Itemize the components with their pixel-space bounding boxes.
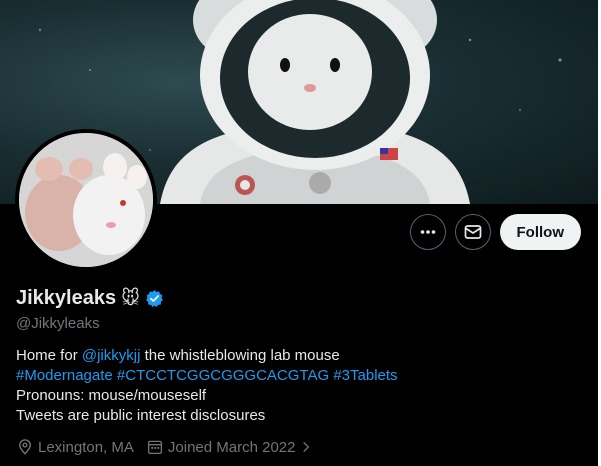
hashtag-link[interactable]: #Modernagate xyxy=(16,367,113,384)
envelope-icon xyxy=(464,225,481,239)
profile-bio: Home for @jikkykjj the whistleblowing la… xyxy=(16,346,586,426)
bio-line-3: Pronouns: mouse/mouseself xyxy=(16,387,207,404)
verified-badge-icon[interactable] xyxy=(145,289,164,308)
location-item: Lexington, MA xyxy=(16,438,134,456)
follow-button[interactable]: Follow xyxy=(499,214,581,250)
bio-hashtags: #Modernagate #CTCCTCGGCGGGCACGTAG #3Tabl… xyxy=(16,366,586,386)
more-button[interactable] xyxy=(409,214,446,250)
profile-meta: Lexington, MA Joined March 2022 xyxy=(16,438,325,456)
chevron-right-icon xyxy=(303,441,310,453)
name-row: Jikkyleaks 🐭 xyxy=(16,287,164,310)
joined-item[interactable]: Joined March 2022 xyxy=(146,438,314,456)
hashtag-link[interactable]: #3Tablets xyxy=(333,367,397,384)
avatar[interactable] xyxy=(15,129,157,271)
location-text: Lexington, MA xyxy=(38,438,134,456)
bio-line-1: Home for @jikkykjj the whistleblowing la… xyxy=(16,347,340,364)
bio-line-4: Tweets are public interest disclosures xyxy=(16,407,266,424)
mouse-emoji-icon: 🐭 xyxy=(121,288,140,308)
mention-link[interactable]: @jikkykjj xyxy=(82,347,141,364)
location-pin-icon xyxy=(19,439,31,455)
hashtag-link[interactable]: #CTCCTCGGCGGGCACGTAG xyxy=(117,367,329,384)
profile-actions: Follow xyxy=(409,214,581,250)
display-name: Jikkyleaks xyxy=(16,287,117,309)
calendar-icon xyxy=(147,440,162,455)
message-button[interactable] xyxy=(454,214,491,250)
more-dots-icon xyxy=(420,230,435,234)
profile-handle: @Jikkyleaks xyxy=(16,315,100,332)
avatar-image xyxy=(19,133,153,267)
joined-text: Joined March 2022 xyxy=(167,438,296,456)
